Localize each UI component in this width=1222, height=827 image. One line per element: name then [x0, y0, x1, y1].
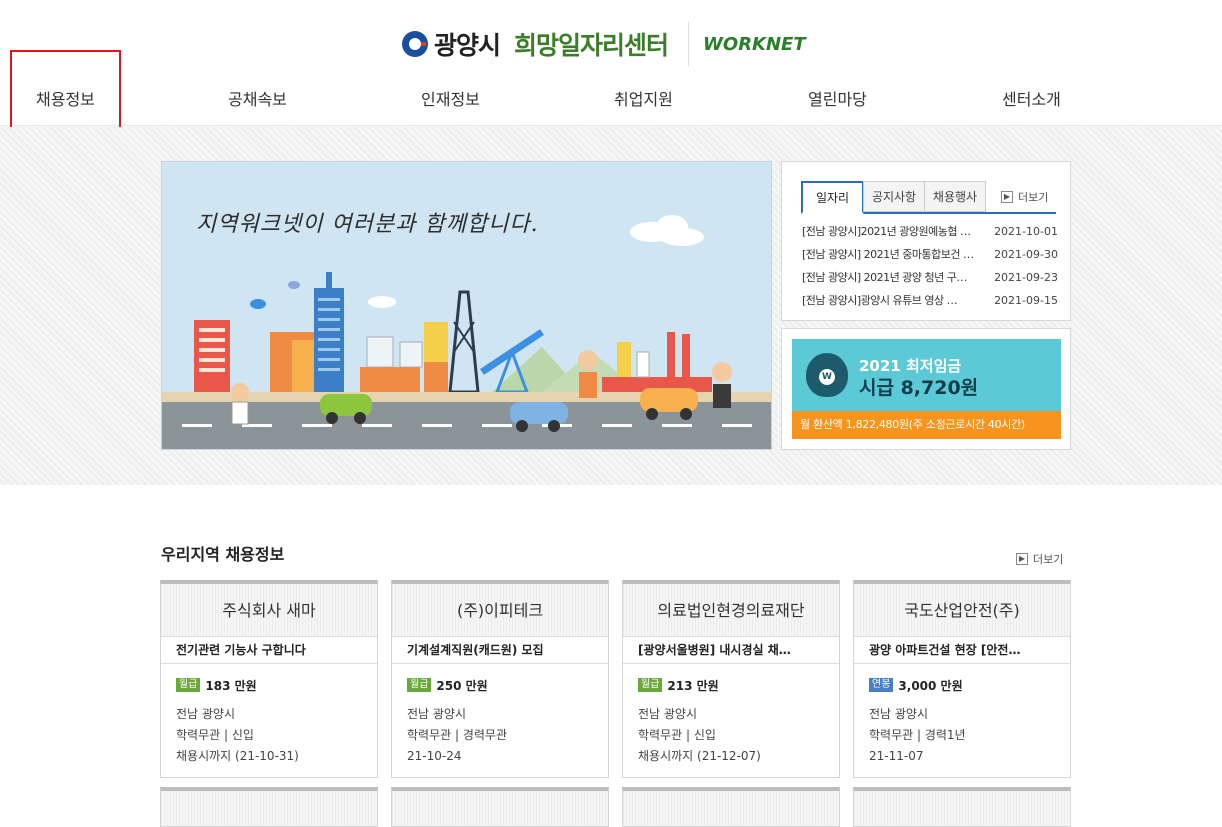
nav-center-intro[interactable]: 센터소개 — [1002, 86, 1061, 110]
news-item-date: 2021-10-01 — [994, 225, 1058, 238]
pay-type-badge: 월급 — [407, 678, 432, 692]
worknet-logo-text: WORKNET — [703, 33, 806, 55]
job-card-partial[interactable] — [622, 787, 840, 827]
job-deadline: 21-10-24 — [407, 749, 462, 763]
main-nav: 채용정보 공채속보 인재정보 취업지원 열린마당 센터소개 — [0, 72, 1222, 120]
section-title: 우리지역 채용정보 — [161, 545, 285, 564]
news-item-date: 2021-09-15 — [994, 294, 1058, 307]
news-more-label: 더보기 — [1018, 191, 1049, 204]
gwangyang-logo-icon — [402, 31, 428, 57]
job-title: [광양서울병원] 내시경실 채… — [623, 637, 839, 664]
job-requirements: 학력무관 | 신입 — [176, 728, 254, 742]
news-box: 일자리 공지사항 채용행사 ▶ 더보기 [전남 광양시]2021년 광양원예농협… — [781, 161, 1071, 321]
minimum-wage-banner[interactable]: W 2021 최저임금 시급 8,720원 월 환산액 1,822,480원(주… — [781, 328, 1071, 450]
job-card-partial[interactable] — [391, 787, 609, 827]
logo-center-text: 희망일자리센터 — [514, 31, 669, 60]
nav-talent-info[interactable]: 인재정보 — [421, 86, 480, 110]
job-deadline: 채용시까지 (21-10-31) — [176, 749, 299, 763]
news-item[interactable]: [전남 광양시] 2021년 중마통합보건 … 2021-09-30 — [802, 247, 1058, 270]
worknet-logo[interactable]: WORKNET — [703, 34, 806, 55]
news-item-title: [전남 광양시] 2021년 중마통합보건 … — [802, 248, 974, 261]
wage-panel: W 2021 최저임금 시급 8,720원 — [792, 339, 1061, 411]
news-item-title: [전남 광양시] 2021년 광양 청년 구… — [802, 271, 967, 284]
job-location: 전남 광양시 — [176, 707, 236, 721]
job-card-partial[interactable] — [853, 787, 1071, 827]
pay-type-badge: 연봉 — [869, 678, 894, 692]
job-card-partial[interactable] — [160, 787, 378, 827]
pay-amount: 213 만원 — [667, 678, 719, 693]
job-company: 주식회사 새마 — [161, 584, 377, 637]
pay-amount: 183 만원 — [205, 678, 257, 693]
arrow-right-icon: ▶ — [1016, 553, 1028, 565]
job-company: 국도산업안전(주) — [854, 584, 1070, 637]
wage-monthly: 월 환산액 1,822,480원(주 소정근로시간 40시간) — [792, 411, 1061, 439]
tab-recruit-events[interactable]: 채용행사 — [924, 181, 986, 212]
job-requirements: 학력무관 | 경력1년 — [869, 728, 966, 742]
news-item-date: 2021-09-30 — [994, 248, 1058, 261]
pay-amount: 250 만원 — [436, 678, 488, 693]
job-location: 전남 광양시 — [638, 707, 698, 721]
job-details: 연봉 3,000 만원 전남 광양시 학력무관 | 경력1년 21-11-07 — [854, 664, 1070, 767]
money-bag-icon: W — [806, 353, 848, 397]
logo-city-text: 광양시 — [434, 31, 501, 60]
job-card[interactable]: (주)이피테크 기계설계직원(캐드원) 모집 월급 250 만원 전남 광양시 … — [391, 580, 609, 778]
job-deadline: 21-11-07 — [869, 749, 924, 763]
job-pay: 월급 183 만원 — [176, 676, 362, 694]
job-location: 전남 광양시 — [407, 707, 467, 721]
news-item-title: [전남 광양시]광양시 유튜브 영상 … — [802, 294, 958, 307]
news-item-date: 2021-09-23 — [994, 271, 1058, 284]
nav-employment-support[interactable]: 취업지원 — [614, 86, 673, 110]
main-banner[interactable]: 지역워크넷이 여러분과 함께합니다. — [161, 161, 772, 450]
job-details: 월급 250 만원 전남 광양시 학력무관 | 경력무관 21-10-24 — [392, 664, 608, 767]
job-details: 월급 213 만원 전남 광양시 학력무관 | 신입 채용시까지 (21-12-… — [623, 664, 839, 767]
tab-jobs[interactable]: 일자리 — [801, 181, 864, 214]
job-card[interactable]: 주식회사 새마 전기관련 기능사 구합니다 월급 183 만원 전남 광양시 학… — [160, 580, 378, 778]
logo-divider — [688, 22, 690, 66]
job-location: 전남 광양시 — [869, 707, 929, 721]
news-item[interactable]: [전남 광양시]2021년 광양원예농협 … 2021-10-01 — [802, 224, 1058, 247]
jobs-more-link[interactable]: ▶ 더보기 — [1016, 551, 1063, 567]
wage-hourly: 시급 8,720원 — [859, 377, 979, 399]
site-header: 광양시 희망일자리센터 WORKNET 채용정보 공채속보 인재정보 취업지원 … — [0, 0, 1222, 126]
job-title: 기계설계직원(캐드원) 모집 — [392, 637, 608, 664]
banner-headline: 지역워크넷이 여러분과 함께합니다. — [196, 212, 539, 237]
money-bag-mark: W — [819, 369, 835, 385]
job-pay: 월급 213 만원 — [638, 676, 824, 694]
job-pay: 연봉 3,000 만원 — [869, 676, 1055, 694]
arrow-right-icon: ▶ — [1001, 191, 1013, 203]
nav-open-forum[interactable]: 열린마당 — [808, 86, 867, 110]
job-company: (주)이피테크 — [392, 584, 608, 637]
job-card[interactable]: 국도산업안전(주) 광양 아파트건설 현장 [안전… 연봉 3,000 만원 전… — [853, 580, 1071, 778]
pay-type-badge: 월급 — [176, 678, 201, 692]
jobs-more-label: 더보기 — [1033, 553, 1064, 566]
job-details: 월급 183 만원 전남 광양시 학력무관 | 신입 채용시까지 (21-10-… — [161, 664, 377, 767]
job-title: 전기관련 기능사 구합니다 — [161, 637, 377, 664]
job-title: 광양 아파트건설 현장 [안전… — [854, 637, 1070, 664]
job-requirements: 학력무관 | 경력무관 — [407, 728, 507, 742]
job-company: 의료법인현경의료재단 — [623, 584, 839, 637]
job-deadline: 채용시까지 (21-12-07) — [638, 749, 761, 763]
job-requirements: 학력무관 | 신입 — [638, 728, 716, 742]
tab-notices[interactable]: 공지사항 — [863, 181, 925, 212]
news-item[interactable]: [전남 광양시] 2021년 광양 청년 구… 2021-09-23 — [802, 270, 1058, 293]
news-list: [전남 광양시]2021년 광양원예농협 … 2021-10-01 [전남 광양… — [802, 224, 1058, 316]
job-card[interactable]: 의료법인현경의료재단 [광양서울병원] 내시경실 채… 월급 213 만원 전남… — [622, 580, 840, 778]
news-item-title: [전남 광양시]2021년 광양원예농협 … — [802, 225, 971, 238]
job-pay: 월급 250 만원 — [407, 676, 593, 694]
nav-public-recruit[interactable]: 공채속보 — [228, 86, 287, 110]
site-logo[interactable]: 광양시 희망일자리센터 WORKNET — [402, 22, 806, 66]
pay-amount: 3,000 만원 — [898, 678, 963, 693]
pay-type-badge: 월급 — [638, 678, 663, 692]
news-more-link[interactable]: ▶ 더보기 — [1001, 189, 1048, 205]
news-item[interactable]: [전남 광양시]광양시 유튜브 영상 … 2021-09-15 — [802, 293, 1058, 316]
